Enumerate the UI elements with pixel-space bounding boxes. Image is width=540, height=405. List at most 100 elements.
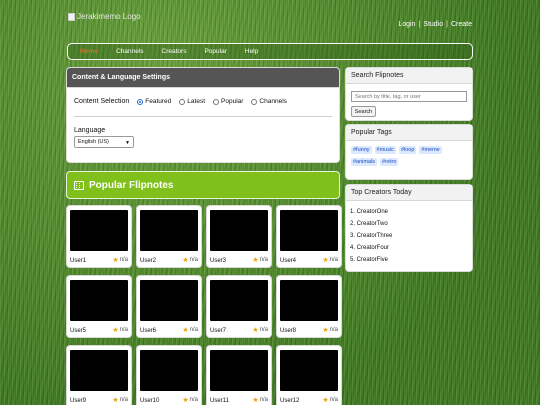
account-links: Login | Studio | Create [398,21,472,28]
flipnote-card[interactable]: User4 ★ n/a [277,206,341,267]
studio-link[interactable]: Studio [423,21,443,28]
popular-flipnotes-header: Popular Flipnotes [67,172,339,198]
flipnote-card[interactable]: User5 ★ n/a [67,276,131,337]
flipnote-user[interactable]: User8 [280,328,296,334]
flipnote-card[interactable]: User7 ★ n/a [207,276,271,337]
flipnote-card[interactable]: User6 ★ n/a [137,276,201,337]
flipnote-thumbnail[interactable] [280,280,338,321]
flipnote-thumbnail[interactable] [70,280,128,321]
flipnote-card[interactable]: User1 ★ n/a [67,206,131,267]
radio-featured-control[interactable] [137,98,144,105]
flipnote-thumbnail[interactable] [210,350,268,391]
flipnote-user[interactable]: User1 [70,258,86,264]
popular-flipnotes-title: Popular Flipnotes [89,179,174,191]
tag-item[interactable]: #retro [380,158,399,166]
flipnote-rating-value: n/a [189,397,198,403]
flipnote-card[interactable]: User12 ★ n/a [277,346,341,405]
flipnote-card[interactable]: User3 ★ n/a [207,206,271,267]
nav-item-channels[interactable]: Channels [116,48,143,55]
language-select[interactable]: English (US) ▼ [74,136,134,148]
flipnote-user[interactable]: User2 [140,258,156,264]
radio-featured[interactable]: Featured [137,98,171,105]
creator-item[interactable]: 2. CreatorTwo [350,218,392,230]
creator-item[interactable]: 5. CreatorFive [350,254,392,266]
logo-alt-text: Jerakimemo Logo [77,12,141,21]
flipnote-rating-value: n/a [119,257,128,263]
flipnote-card[interactable]: User10 ★ n/a [137,346,201,405]
link-separator: | [446,21,448,28]
star-icon: ★ [252,397,259,404]
flipnote-thumbnail[interactable] [280,350,338,391]
radio-popular-control[interactable] [213,98,220,105]
flipnote-card[interactable]: User2 ★ n/a [137,206,201,267]
create-link[interactable]: Create [451,21,472,28]
flipnote-rating: ★ n/a [182,326,198,334]
star-icon: ★ [112,397,119,404]
star-icon: ★ [252,257,259,264]
radio-channels-control[interactable] [251,98,258,105]
top-bar: Jerakimemo Logo Login | Studio | Create [0,0,540,42]
flipnote-thumbnail[interactable] [140,210,198,251]
creator-name: CreatorTwo [356,221,388,227]
broken-image-icon [68,12,75,21]
creator-name: CreatorOne [356,209,389,215]
flipnote-rating: ★ n/a [112,326,128,334]
flipnote-rating-value: n/a [259,397,268,403]
flipnote-user[interactable]: User9 [70,398,86,404]
content-selection-label: Content Selection [74,98,130,105]
flipnote-user[interactable]: User6 [140,328,156,334]
flipnote-user[interactable]: User12 [280,398,299,404]
nav-item-help[interactable]: Help [245,48,258,55]
creator-item[interactable]: 1. CreatorOne [350,206,392,218]
creator-name: CreatorThree [356,233,393,239]
flipnote-rating: ★ n/a [112,256,128,264]
login-link[interactable]: Login [398,21,415,28]
tag-item[interactable]: #music [374,146,396,154]
creator-name: CreatorFive [356,257,389,263]
flipnote-rating: ★ n/a [252,326,268,334]
flipnote-user[interactable]: User3 [210,258,226,264]
flipnote-user[interactable]: User5 [70,328,86,334]
tag-item[interactable]: #loop [398,146,417,154]
flipnote-thumbnail[interactable] [70,210,128,251]
settings-title: Content & Language Settings [67,68,339,88]
radio-latest-control[interactable] [179,98,186,105]
tag-item[interactable]: #meme [419,146,442,154]
flipnote-user[interactable]: User10 [140,398,159,404]
flipnote-thumbnail[interactable] [210,210,268,251]
creator-item[interactable]: 4. CreatorFour [350,242,392,254]
flipnote-thumbnail[interactable] [140,280,198,321]
tag-item[interactable]: #animals [351,158,378,166]
flipnote-thumbnail[interactable] [280,210,338,251]
flipnote-rating: ★ n/a [322,396,338,404]
flipnote-thumbnail[interactable] [70,350,128,391]
settings-divider [74,116,332,117]
radio-popular[interactable]: Popular [213,98,243,105]
flipnote-rating-value: n/a [189,327,198,333]
flipnote-card[interactable]: User11 ★ n/a [207,346,271,405]
main-nav: Home Channels Creators Popular Help [67,43,473,60]
radio-latest[interactable]: Latest [179,98,205,105]
site-logo[interactable]: Jerakimemo Logo [68,12,141,21]
nav-item-home[interactable]: Home [80,48,98,55]
flipnote-card[interactable]: User9 ★ n/a [67,346,131,405]
nav-item-creators[interactable]: Creators [162,48,187,55]
flipnote-rating-value: n/a [119,397,128,403]
flipnote-rating-value: n/a [259,327,268,333]
flipnote-user[interactable]: User11 [210,398,229,404]
star-icon: ★ [322,327,329,334]
radio-channels[interactable]: Channels [251,98,287,105]
nav-item-popular[interactable]: Popular [204,48,226,55]
flipnote-rating-value: n/a [119,327,128,333]
flipnote-user[interactable]: User4 [280,258,296,264]
search-input[interactable]: Search by title, tag, or user [351,91,467,102]
tag-item[interactable]: #funny [351,146,372,154]
flipnote-thumbnail[interactable] [210,280,268,321]
creator-item[interactable]: 3. CreatorThree [350,230,392,242]
flipnote-card[interactable]: User8 ★ n/a [277,276,341,337]
search-button[interactable]: Search [351,106,376,117]
link-separator: | [418,21,421,28]
flipnote-thumbnail[interactable] [140,350,198,391]
creator-list: 1. CreatorOne 2. CreatorTwo 3. CreatorTh… [350,206,392,266]
flipnote-user[interactable]: User7 [210,328,226,334]
